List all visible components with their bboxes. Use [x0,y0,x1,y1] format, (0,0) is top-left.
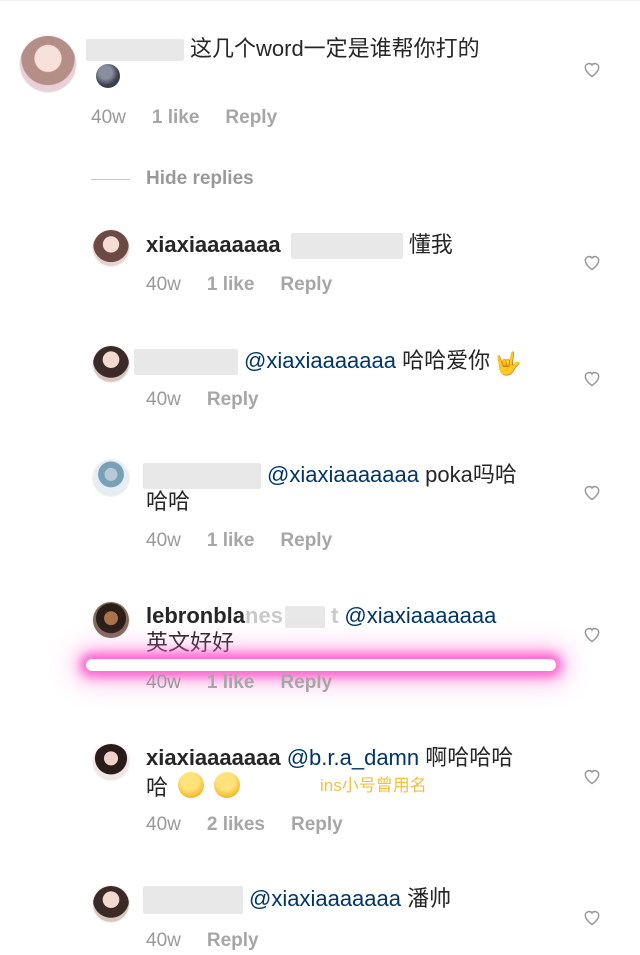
sign-of-horns-icon: 🤟 [494,351,522,376]
username[interactable]: lebronbla [146,603,245,628]
likes-count[interactable]: 1 like [207,274,255,295]
highlight-stroke [86,659,556,671]
reply-text-line-2: 哈 [146,772,241,801]
likes-count[interactable]: 1 like [207,672,255,693]
timestamp: 40w [146,530,181,551]
reply-text: 啊哈哈哈 [425,745,514,770]
reply-button[interactable]: Reply [207,930,259,951]
timestamp: 40w [91,107,126,128]
username-blurred-tail: t [330,603,339,628]
avatar[interactable] [93,230,129,266]
avatar[interactable] [93,602,129,638]
reply-meta: 40w 2 likes Reply [146,814,369,836]
reply-meta: 40w 1 like Reply [146,672,358,694]
reply-text-line: xiaxiaaaaaaa 懂我 [146,232,453,260]
comment-meta: 40w 1 like Reply [91,107,303,129]
reply-button[interactable]: Reply [280,672,332,693]
avatar[interactable] [93,460,129,496]
top-divider [0,0,640,1]
reply-meta: 40w Reply [146,930,285,952]
comment-text: 这几个word一定是谁帮你打的 [190,36,480,61]
reply-button[interactable]: Reply [207,389,259,410]
like-heart-icon[interactable] [582,766,602,786]
username[interactable]: xiaxiaaaaaaa [146,232,281,257]
username-blurred-part: nes [245,603,283,628]
like-heart-icon[interactable] [582,482,602,502]
annotation-label: ins小号曾用名 [320,776,427,795]
likes-count[interactable]: 1 like [152,107,200,128]
reply-meta: 40w Reply [146,389,285,411]
blurred-username [143,463,261,490]
reply-text: 哈哈爱你 [402,348,491,373]
zipper-mouth-face-icon [214,772,241,798]
reply-text-continued: 哈哈 [146,489,191,514]
timestamp: 40w [146,814,181,835]
reply-text-line: lebronblanes t @xiaxiaaaaaaa [146,603,496,629]
divider-dash [91,179,130,180]
like-heart-icon[interactable] [582,59,602,79]
reply-meta: 40w 1 like Reply [146,274,358,296]
reply-text: poka吗哈 [425,462,517,487]
likes-count[interactable]: 1 like [207,530,255,551]
mention-link[interactable]: @xiaxiaaaaaaa [344,603,496,628]
reply-button[interactable]: Reply [280,274,332,295]
like-heart-icon[interactable] [582,252,602,272]
reply-meta: 40w 1 like Reply [146,530,358,552]
zipper-mouth-face-icon [178,772,205,798]
timestamp: 40w [146,389,181,410]
avatar[interactable] [93,886,129,922]
reply-text-continued: 哈 [146,775,169,800]
comment-text-line: 这几个word一定是谁帮你打的 [86,36,480,62]
reply-text: 英文好好 [146,630,235,655]
reply-button[interactable]: Reply [291,814,343,835]
mention-link[interactable]: @xiaxiaaaaaaa [267,462,419,487]
like-heart-icon[interactable] [582,907,602,927]
reply-button[interactable]: Reply [225,107,277,128]
reply-button[interactable]: Reply [280,530,332,551]
comment-emoji-line [92,64,120,91]
avatar[interactable] [93,744,129,780]
likes-count[interactable]: 2 likes [207,814,265,835]
blurred-username [86,39,184,62]
reply-text-line: @xiaxiaaaaaaa 哈哈爱你 🤟 [134,348,522,377]
blurred-username [284,606,325,629]
mention-link[interactable]: @xiaxiaaaaaaa [244,348,396,373]
blurred-username [143,886,243,915]
mention-link[interactable]: @b.r.a_damn [287,745,419,770]
blurred-username [134,349,238,376]
timestamp: 40w [146,930,181,951]
reply-text-line: @xiaxiaaaaaaa poka吗哈 [143,462,517,490]
timestamp: 40w [146,274,181,295]
mention-link[interactable]: @xiaxiaaaaaaa [249,886,401,911]
reply-text-line-2: 英文好好 [146,630,234,656]
reply-text-line: @xiaxiaaaaaaa 潘帅 [143,886,452,915]
reply-text: 潘帅 [407,886,452,911]
like-heart-icon[interactable] [582,624,602,644]
avatar[interactable] [20,36,76,92]
blurred-username [290,233,403,260]
reply-text-line: xiaxiaaaaaaa @b.r.a_damn 啊哈哈哈 [146,745,513,771]
username[interactable]: xiaxiaaaaaaa [146,745,281,770]
timestamp: 40w [146,672,181,693]
like-heart-icon[interactable] [582,368,602,388]
hide-replies-label: Hide replies [146,168,254,189]
new-moon-face-icon [96,64,120,88]
avatar[interactable] [93,346,129,382]
reply-text: 懂我 [408,232,453,257]
reply-text-line-2: 哈哈 [146,489,190,515]
